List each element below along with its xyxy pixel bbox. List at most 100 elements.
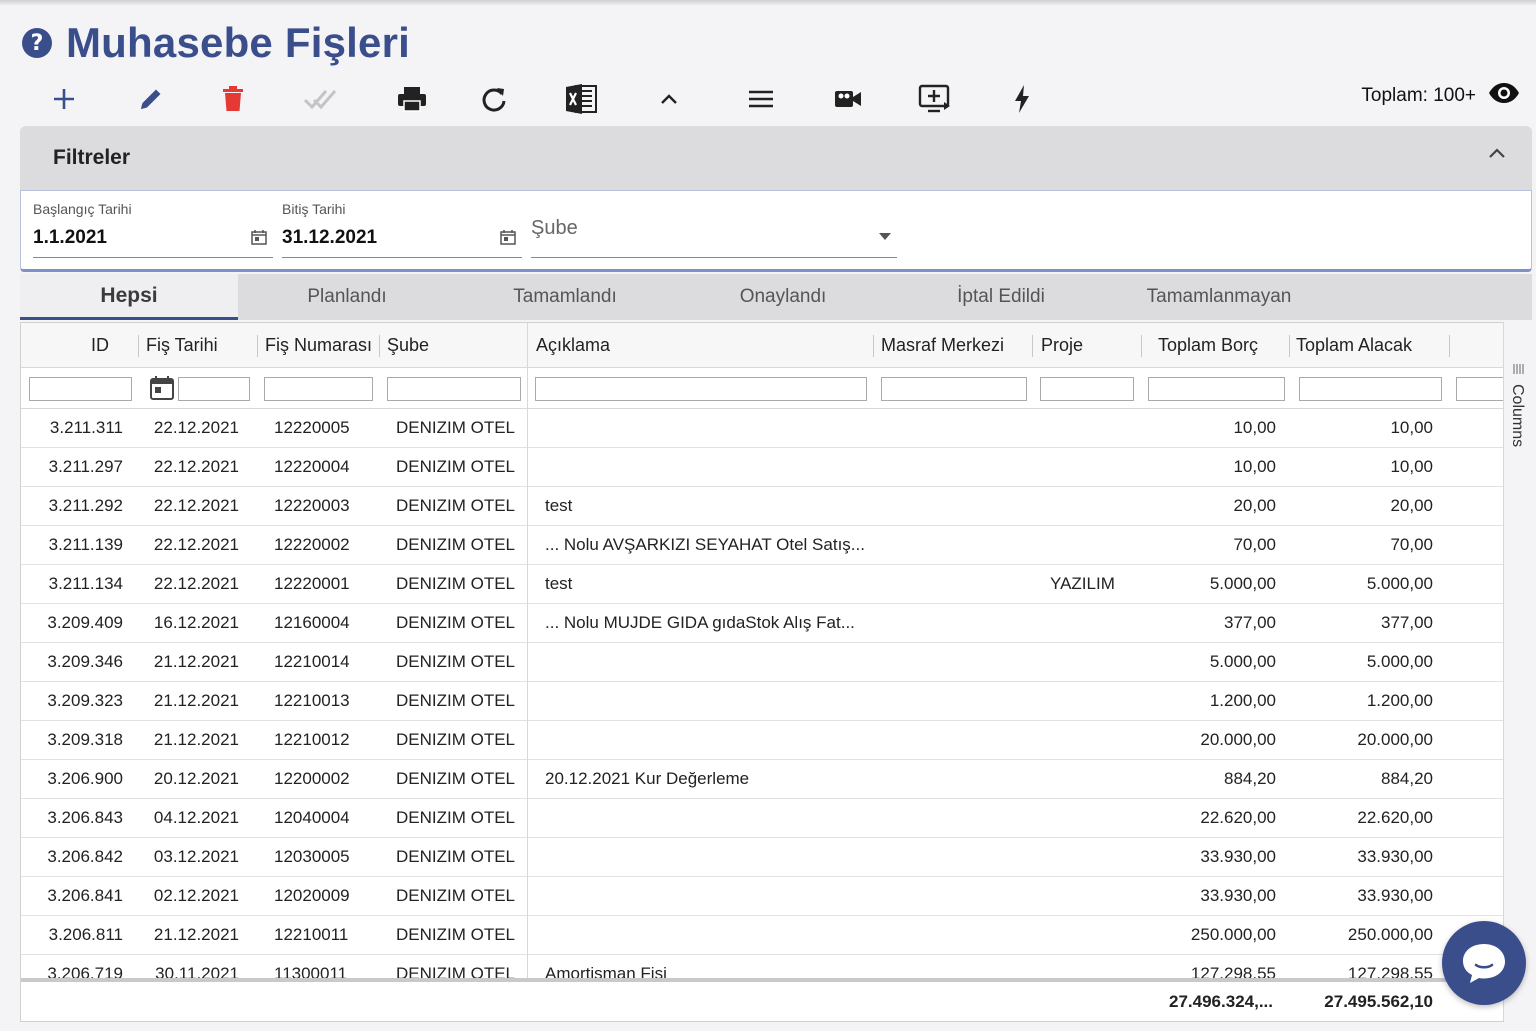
excel-button[interactable] xyxy=(558,76,604,122)
cell-credit: 10,00 xyxy=(1390,457,1433,476)
calendar-icon[interactable] xyxy=(500,229,516,250)
table-row[interactable]: 3.209.346 21.12.2021 12210014 DENIZIM OTEL 5… xyxy=(21,643,1503,682)
project-filter-input[interactable] xyxy=(1040,377,1134,401)
eye-icon[interactable] xyxy=(1488,82,1520,110)
cell-cost-center xyxy=(881,721,1021,759)
refresh-button[interactable] xyxy=(471,76,517,122)
cell-project xyxy=(1050,409,1140,447)
cell-date: 22.12.2021 xyxy=(153,574,239,593)
column-header-project[interactable]: Proje xyxy=(1041,323,1083,367)
debit-filter-input[interactable] xyxy=(1148,377,1285,401)
cell-credit: 20,00 xyxy=(1390,496,1433,515)
table-row[interactable]: 3.209.409 16.12.2021 12160004 DENIZIM OTEL.… xyxy=(21,604,1503,643)
table-row[interactable]: 3.206.841 02.12.2021 12020009 DENIZIM OTEL 3… xyxy=(21,877,1503,916)
cell-branch: DENIZIM OTEL xyxy=(396,418,516,437)
column-header-cost-center[interactable]: Masraf Merkezi xyxy=(881,323,1004,367)
credit-filter-input[interactable] xyxy=(1299,377,1442,401)
grid-body: 3.211.311 22.12.2021 12220005 DENIZIM OTEL 1… xyxy=(21,409,1503,994)
end-date-value[interactable]: 31.12.2021 xyxy=(282,227,377,249)
top-shadow xyxy=(0,0,1536,6)
table-row[interactable]: 3.211.134 22.12.2021 12220001 DENIZIM OTEL t… xyxy=(21,565,1503,604)
cell-branch: DENIZIM OTEL xyxy=(396,691,516,710)
chat-button[interactable] xyxy=(1442,921,1526,1005)
cell-debit: 5.000,00 xyxy=(1209,652,1276,671)
table-row[interactable]: 3.206.900 20.12.2021 12200002 DENIZIM OTEL 2… xyxy=(21,760,1503,799)
cell-id: 3.206.843 xyxy=(47,808,123,827)
video-icon xyxy=(835,91,861,107)
menu-button[interactable] xyxy=(738,76,784,122)
column-header-number[interactable]: Fiş Numarası xyxy=(265,323,372,367)
add-button[interactable] xyxy=(41,76,87,122)
edit-button[interactable] xyxy=(128,76,174,122)
tab-planlandi[interactable]: Planlandı xyxy=(238,274,456,320)
column-header-id[interactable]: ID xyxy=(91,323,109,367)
column-header-description[interactable]: Açıklama xyxy=(536,323,610,367)
start-date-field[interactable]: Başlangıç Tarihi 1.1.2021 xyxy=(33,201,273,258)
help-icon[interactable]: ? xyxy=(22,28,52,58)
end-date-field[interactable]: Bitiş Tarihi 31.12.2021 xyxy=(282,201,522,258)
column-header-credit[interactable]: Toplam Alacak xyxy=(1296,323,1412,367)
start-date-value[interactable]: 1.1.2021 xyxy=(33,227,107,249)
table-row[interactable]: 3.211.139 22.12.2021 12220002 DENIZIM OTEL.… xyxy=(21,526,1503,565)
columns-label[interactable]: Columns xyxy=(1508,384,1526,447)
cell-id: 3.209.409 xyxy=(47,613,123,632)
branch-select[interactable]: Şube xyxy=(531,217,578,240)
cost-center-filter-input[interactable] xyxy=(881,377,1027,401)
cell-date: 22.12.2021 xyxy=(153,418,239,437)
number-filter-input[interactable] xyxy=(264,377,373,401)
branch-filter-input[interactable] xyxy=(387,377,521,401)
cell-project xyxy=(1050,760,1140,798)
table-row[interactable]: 3.209.323 21.12.2021 12210013 DENIZIM OTEL 1… xyxy=(21,682,1503,721)
cell-date: 04.12.2021 xyxy=(153,808,239,827)
chevron-up-icon[interactable] xyxy=(1488,146,1506,164)
cell-description: test xyxy=(545,574,573,593)
cell-number: 12220001 xyxy=(274,574,350,593)
filter-panel-header[interactable]: Filtreler xyxy=(20,126,1532,190)
chevron-down-icon[interactable] xyxy=(879,233,891,240)
columns-side-panel[interactable]: Columns xyxy=(1503,322,1534,1020)
page-header: ? Muhasebe Fişleri xyxy=(22,18,410,68)
extra-filter-input[interactable] xyxy=(1456,377,1503,401)
tab-tamamlanmayan[interactable]: Tamamlanmayan xyxy=(1110,274,1328,320)
table-row[interactable]: 3.206.842 03.12.2021 12030005 DENIZIM OTEL 3… xyxy=(21,838,1503,877)
total-debit: 27.496.324,... xyxy=(1169,992,1273,1011)
tab-tamamlandi[interactable]: Tamamlandı xyxy=(456,274,674,320)
column-header-branch[interactable]: Şube xyxy=(387,323,429,367)
description-filter-input[interactable] xyxy=(535,377,867,401)
add-screen-button[interactable] xyxy=(912,76,958,122)
cell-description xyxy=(545,448,865,486)
cell-number: 12210013 xyxy=(274,691,350,710)
cell-cost-center xyxy=(881,604,1021,642)
end-date-underline xyxy=(282,257,522,258)
approve-icon xyxy=(303,90,337,110)
column-header-debit[interactable]: Toplam Borç xyxy=(1158,323,1258,367)
table-row[interactable]: 3.206.843 04.12.2021 12040004 DENIZIM OTEL 2… xyxy=(21,799,1503,838)
table-row[interactable]: 3.206.811 21.12.2021 12210011 DENIZIM OTEL 2… xyxy=(21,916,1503,955)
delete-button[interactable] xyxy=(210,76,256,122)
table-row[interactable]: 3.209.318 21.12.2021 12210012 DENIZIM OTEL 2… xyxy=(21,721,1503,760)
print-button[interactable] xyxy=(389,76,435,122)
flash-button[interactable] xyxy=(999,76,1045,122)
cell-description xyxy=(545,643,865,681)
table-row[interactable]: 3.211.297 22.12.2021 12220004 DENIZIM OTEL 1… xyxy=(21,448,1503,487)
approve-button[interactable] xyxy=(297,76,343,122)
cell-debit: 33.930,00 xyxy=(1200,886,1276,905)
date-filter-input[interactable] xyxy=(178,377,250,401)
tab-onaylandi[interactable]: Onaylandı xyxy=(674,274,892,320)
table-row[interactable]: 3.211.292 22.12.2021 12220003 DENIZIM OTEL t… xyxy=(21,487,1503,526)
cell-id: 3.209.346 xyxy=(47,652,123,671)
collapse-button[interactable] xyxy=(646,76,692,122)
cell-credit: 10,00 xyxy=(1390,418,1433,437)
table-row[interactable]: 3.211.311 22.12.2021 12220005 DENIZIM OTEL 1… xyxy=(21,409,1503,448)
calendar-icon[interactable] xyxy=(251,229,267,250)
cell-cost-center xyxy=(881,565,1021,603)
tab-iptal-edildi[interactable]: İptal Edildi xyxy=(892,274,1110,320)
column-header-date[interactable]: Fiş Tarihi xyxy=(146,323,218,367)
cell-date: 21.12.2021 xyxy=(153,925,239,944)
id-filter-input[interactable] xyxy=(29,377,132,401)
cell-debit: 10,00 xyxy=(1233,457,1276,476)
tab-hepsi[interactable]: Hepsi xyxy=(20,274,238,320)
video-button[interactable] xyxy=(825,76,871,122)
cell-number: 12040004 xyxy=(274,808,350,827)
calendar-icon[interactable] xyxy=(149,375,175,406)
